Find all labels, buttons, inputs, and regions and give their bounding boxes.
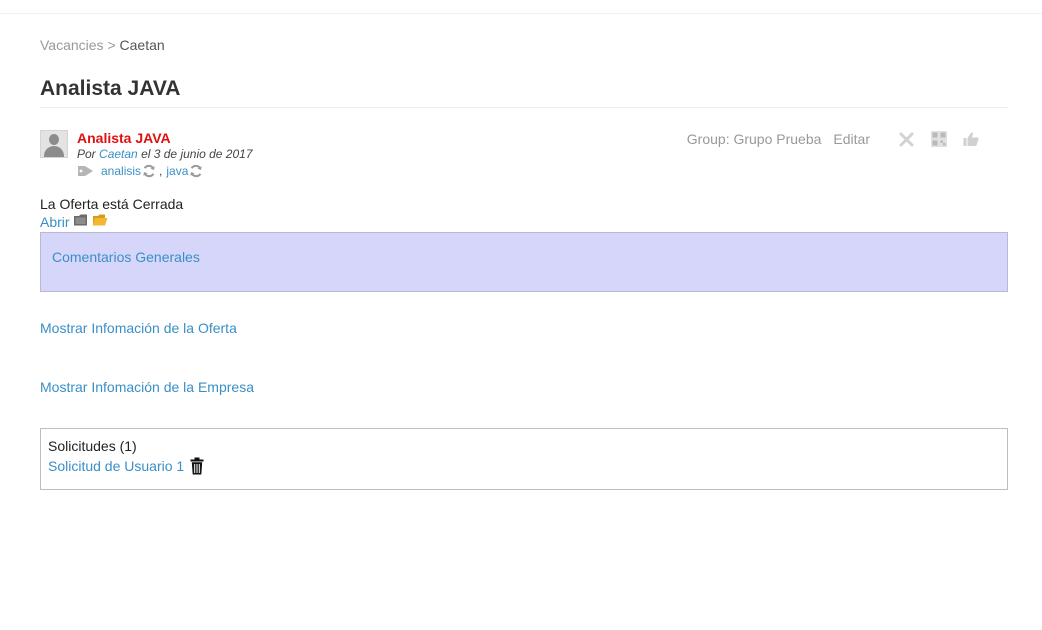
avatar[interactable]: [40, 130, 68, 158]
qr-code-icon[interactable]: [930, 130, 948, 148]
requests-panel: Solicitudes (1) Solicitud de Usuario 1: [40, 428, 1008, 490]
show-offer-info-link[interactable]: Mostrar Infomación de la Oferta: [40, 319, 1008, 337]
post-info: Analista JAVA Por Caetan el 3 de junio d…: [77, 130, 253, 179]
page: Vacancies > Caetan Analista JAVA Analist…: [0, 0, 1042, 630]
tags-row: analisis , java: [77, 163, 253, 179]
post-byline: Por Caetan el 3 de junio de 2017: [77, 147, 253, 162]
trash-icon[interactable]: [190, 457, 204, 475]
general-comments-box: Comentarios Generales: [40, 232, 1008, 292]
request-link[interactable]: Solicitud de Usuario 1: [48, 457, 184, 475]
offer-status-text: La Oferta está Cerrada: [40, 196, 184, 212]
post-header: Analista JAVA Por Caetan el 3 de junio d…: [40, 130, 1008, 190]
breadcrumb-current: Caetan: [119, 37, 165, 53]
avatar-shoulders-shape: [44, 146, 64, 157]
folder-closed-icon[interactable]: [73, 213, 89, 227]
show-company-info-link[interactable]: Mostrar Infomación de la Empresa: [40, 378, 1008, 396]
open-link[interactable]: Abrir: [40, 213, 70, 231]
post-actions: Group: Grupo Prueba Editar: [687, 130, 980, 148]
page-title: Analista JAVA: [40, 76, 1008, 108]
requests-title: Solicitudes (1): [48, 438, 137, 454]
byline-prefix: Por: [77, 147, 96, 161]
tag-separator: ,: [159, 164, 163, 178]
top-divider: [0, 13, 1042, 14]
post-title-row: Analista JAVA: [77, 130, 253, 147]
tag-icon: [78, 166, 93, 176]
post-date: el 3 de junio de 2017: [141, 147, 253, 161]
refresh-icon[interactable]: [142, 164, 156, 178]
list-item: Solicitud de Usuario 1: [48, 457, 1000, 475]
tag-link-java[interactable]: java: [166, 163, 188, 179]
breadcrumb-vacancies-link[interactable]: Vacancies: [40, 37, 104, 53]
folder-open-icon[interactable]: [92, 213, 108, 227]
group-label: Group: Grupo Prueba: [686, 131, 822, 147]
edit-link[interactable]: Editar: [833, 131, 870, 147]
avatar-head-shape: [49, 134, 59, 145]
thumbs-up-icon[interactable]: [962, 130, 980, 148]
open-row: Abrir: [40, 213, 1008, 231]
tag-link-analisis[interactable]: analisis: [101, 163, 141, 179]
post-title-link[interactable]: Analista JAVA: [77, 130, 171, 146]
close-x-icon[interactable]: [898, 130, 916, 148]
refresh-icon[interactable]: [189, 164, 203, 178]
main-content: Vacancies > Caetan Analista JAVA Analist…: [40, 36, 1008, 490]
author-link[interactable]: Caetan: [99, 147, 138, 161]
breadcrumb-separator: >: [107, 37, 116, 53]
breadcrumb: Vacancies > Caetan: [40, 36, 1008, 54]
general-comments-link[interactable]: Comentarios Generales: [52, 249, 200, 265]
